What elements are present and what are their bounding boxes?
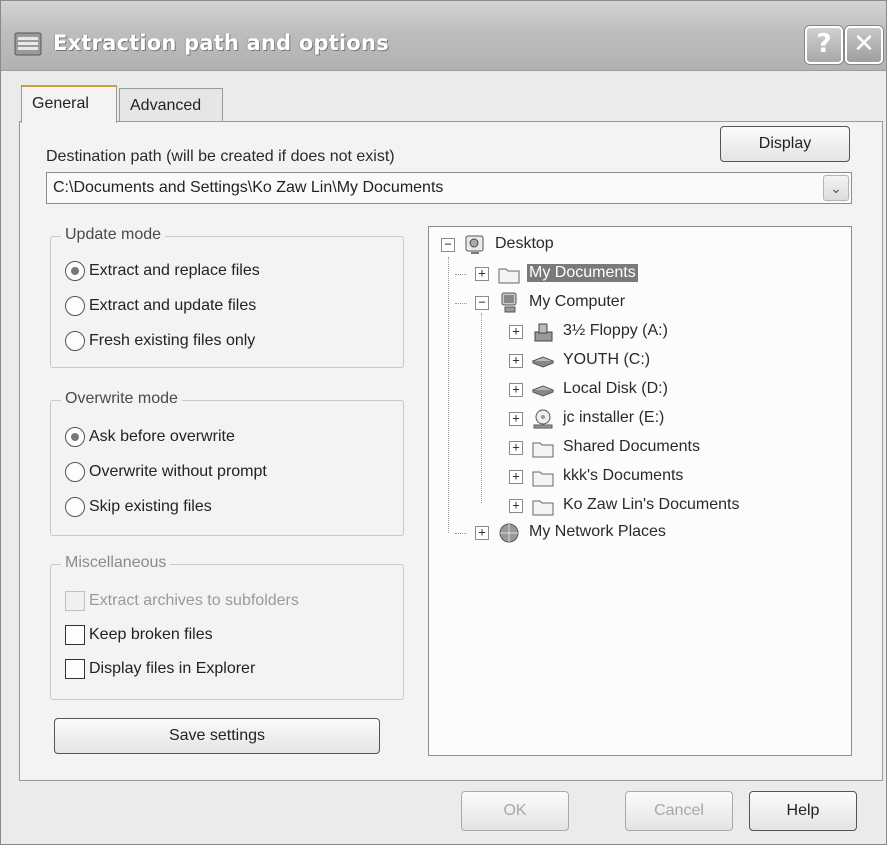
radio-ask-before-overwrite[interactable]: Ask before overwrite bbox=[65, 427, 235, 451]
network-icon bbox=[499, 523, 519, 543]
tree-node-label: 3½ Floppy (A:) bbox=[563, 322, 668, 339]
title-close-button[interactable]: ✕ bbox=[845, 26, 883, 64]
expand-icon[interactable]: + bbox=[509, 499, 523, 513]
radio-fresh-existing[interactable]: Fresh existing files only bbox=[65, 331, 255, 355]
radio-label: Extract and update files bbox=[89, 297, 257, 314]
tree-node-label: jc installer (E:) bbox=[563, 409, 665, 426]
expand-icon[interactable]: + bbox=[509, 470, 523, 484]
tree-node-label: Desktop bbox=[495, 235, 554, 252]
drive-icon bbox=[531, 385, 555, 397]
radio-label: Ask before overwrite bbox=[89, 428, 235, 445]
display-button[interactable]: Display bbox=[720, 126, 850, 162]
cd-drive-icon bbox=[533, 409, 553, 429]
tree-node-label: My Documents bbox=[527, 264, 638, 282]
destination-path-value[interactable]: C:\Documents and Settings\Ko Zaw Lin\My … bbox=[53, 179, 443, 197]
dialog-title: Extraction path and options bbox=[53, 31, 389, 55]
radio-button[interactable] bbox=[65, 331, 85, 351]
save-settings-button[interactable]: Save settings bbox=[54, 718, 380, 754]
floppy-icon bbox=[534, 323, 553, 342]
archive-icon bbox=[14, 32, 42, 56]
radio-button[interactable] bbox=[65, 462, 85, 482]
checkbox-label: Keep broken files bbox=[89, 626, 213, 643]
ok-button[interactable]: OK bbox=[461, 791, 569, 831]
expand-icon[interactable]: + bbox=[509, 354, 523, 368]
checkbox-keep-broken-files[interactable]: Keep broken files bbox=[65, 625, 213, 649]
radio-button[interactable] bbox=[65, 497, 85, 517]
overwrite-mode-group: Overwrite mode Ask before overwrite Over… bbox=[50, 390, 404, 536]
expand-icon[interactable]: + bbox=[509, 441, 523, 455]
expand-icon[interactable]: + bbox=[509, 383, 523, 397]
update-mode-title: Update mode bbox=[61, 226, 166, 244]
help-button[interactable]: Help bbox=[749, 791, 857, 831]
checkbox-label: Display files in Explorer bbox=[89, 660, 256, 677]
expand-icon[interactable]: + bbox=[509, 325, 523, 339]
tree-node-label: Local Disk (D:) bbox=[563, 380, 668, 397]
computer-icon bbox=[501, 292, 517, 313]
checkbox[interactable] bbox=[65, 591, 85, 611]
tree-node-label: kkk's Documents bbox=[563, 467, 684, 484]
expand-icon[interactable]: + bbox=[475, 267, 489, 281]
tree-node-label: My Computer bbox=[529, 293, 626, 310]
radio-label: Extract and replace files bbox=[89, 262, 260, 279]
folder-icon bbox=[498, 268, 520, 284]
radio-button[interactable] bbox=[65, 427, 85, 447]
radio-label: Skip existing files bbox=[89, 498, 212, 515]
miscellaneous-group: Miscellaneous Extract archives to subfol… bbox=[50, 554, 404, 700]
radio-button[interactable] bbox=[65, 261, 85, 281]
help-icon: ? bbox=[816, 29, 832, 59]
folder-icon bbox=[532, 442, 554, 458]
checkbox-extract-archives-subfolders[interactable]: Extract archives to subfolders bbox=[65, 591, 299, 615]
checkbox[interactable] bbox=[65, 659, 85, 679]
update-mode-group: Update mode Extract and replace files Ex… bbox=[50, 226, 404, 368]
drive-icon bbox=[531, 356, 555, 368]
title-bar[interactable]: Extraction path and options ? ✕ bbox=[1, 1, 886, 71]
tab-general[interactable]: General bbox=[21, 85, 117, 123]
radio-extract-replace[interactable]: Extract and replace files bbox=[65, 261, 260, 285]
tree-node-label: Shared Documents bbox=[563, 438, 700, 455]
radio-label: Fresh existing files only bbox=[89, 332, 256, 349]
title-help-button[interactable]: ? bbox=[805, 26, 843, 64]
checkbox-display-files-explorer[interactable]: Display files in Explorer bbox=[65, 659, 255, 683]
checkbox[interactable] bbox=[65, 625, 85, 645]
chevron-down-icon[interactable]: ⌄ bbox=[823, 175, 849, 201]
extraction-dialog: Extraction path and options ? ✕ General … bbox=[0, 0, 887, 845]
radio-button[interactable] bbox=[65, 296, 85, 316]
expand-icon[interactable]: + bbox=[475, 526, 489, 540]
folder-icon bbox=[532, 500, 554, 516]
cancel-button[interactable]: Cancel bbox=[625, 791, 733, 831]
folder-icon bbox=[532, 471, 554, 487]
tree-node-label: YOUTH (C:) bbox=[563, 351, 651, 368]
destination-path-label: Destination path (will be created if doe… bbox=[46, 148, 395, 165]
destination-path-combobox[interactable]: C:\Documents and Settings\Ko Zaw Lin\My … bbox=[46, 172, 852, 204]
tab-advanced[interactable]: Advanced bbox=[119, 88, 223, 121]
overwrite-mode-title: Overwrite mode bbox=[61, 390, 182, 408]
radio-extract-update[interactable]: Extract and update files bbox=[65, 296, 256, 320]
tree-node-label: My Network Places bbox=[529, 523, 666, 540]
general-tab-panel: Destination path (will be created if doe… bbox=[19, 121, 883, 781]
radio-label: Overwrite without prompt bbox=[89, 463, 267, 480]
radio-overwrite-without-prompt[interactable]: Overwrite without prompt bbox=[65, 462, 267, 486]
tree-node-label: Ko Zaw Lin's Documents bbox=[563, 496, 740, 513]
checkbox-label: Extract archives to subfolders bbox=[89, 592, 299, 609]
folder-tree[interactable]: − Desktop + My Documents − My Computer +… bbox=[428, 226, 852, 756]
desktop-icon bbox=[465, 235, 484, 254]
radio-skip-existing[interactable]: Skip existing files bbox=[65, 497, 212, 521]
miscellaneous-title: Miscellaneous bbox=[61, 554, 171, 572]
collapse-icon[interactable]: − bbox=[475, 296, 489, 310]
expand-icon[interactable]: + bbox=[509, 412, 523, 426]
collapse-icon[interactable]: − bbox=[441, 238, 455, 252]
close-icon: ✕ bbox=[853, 29, 875, 59]
